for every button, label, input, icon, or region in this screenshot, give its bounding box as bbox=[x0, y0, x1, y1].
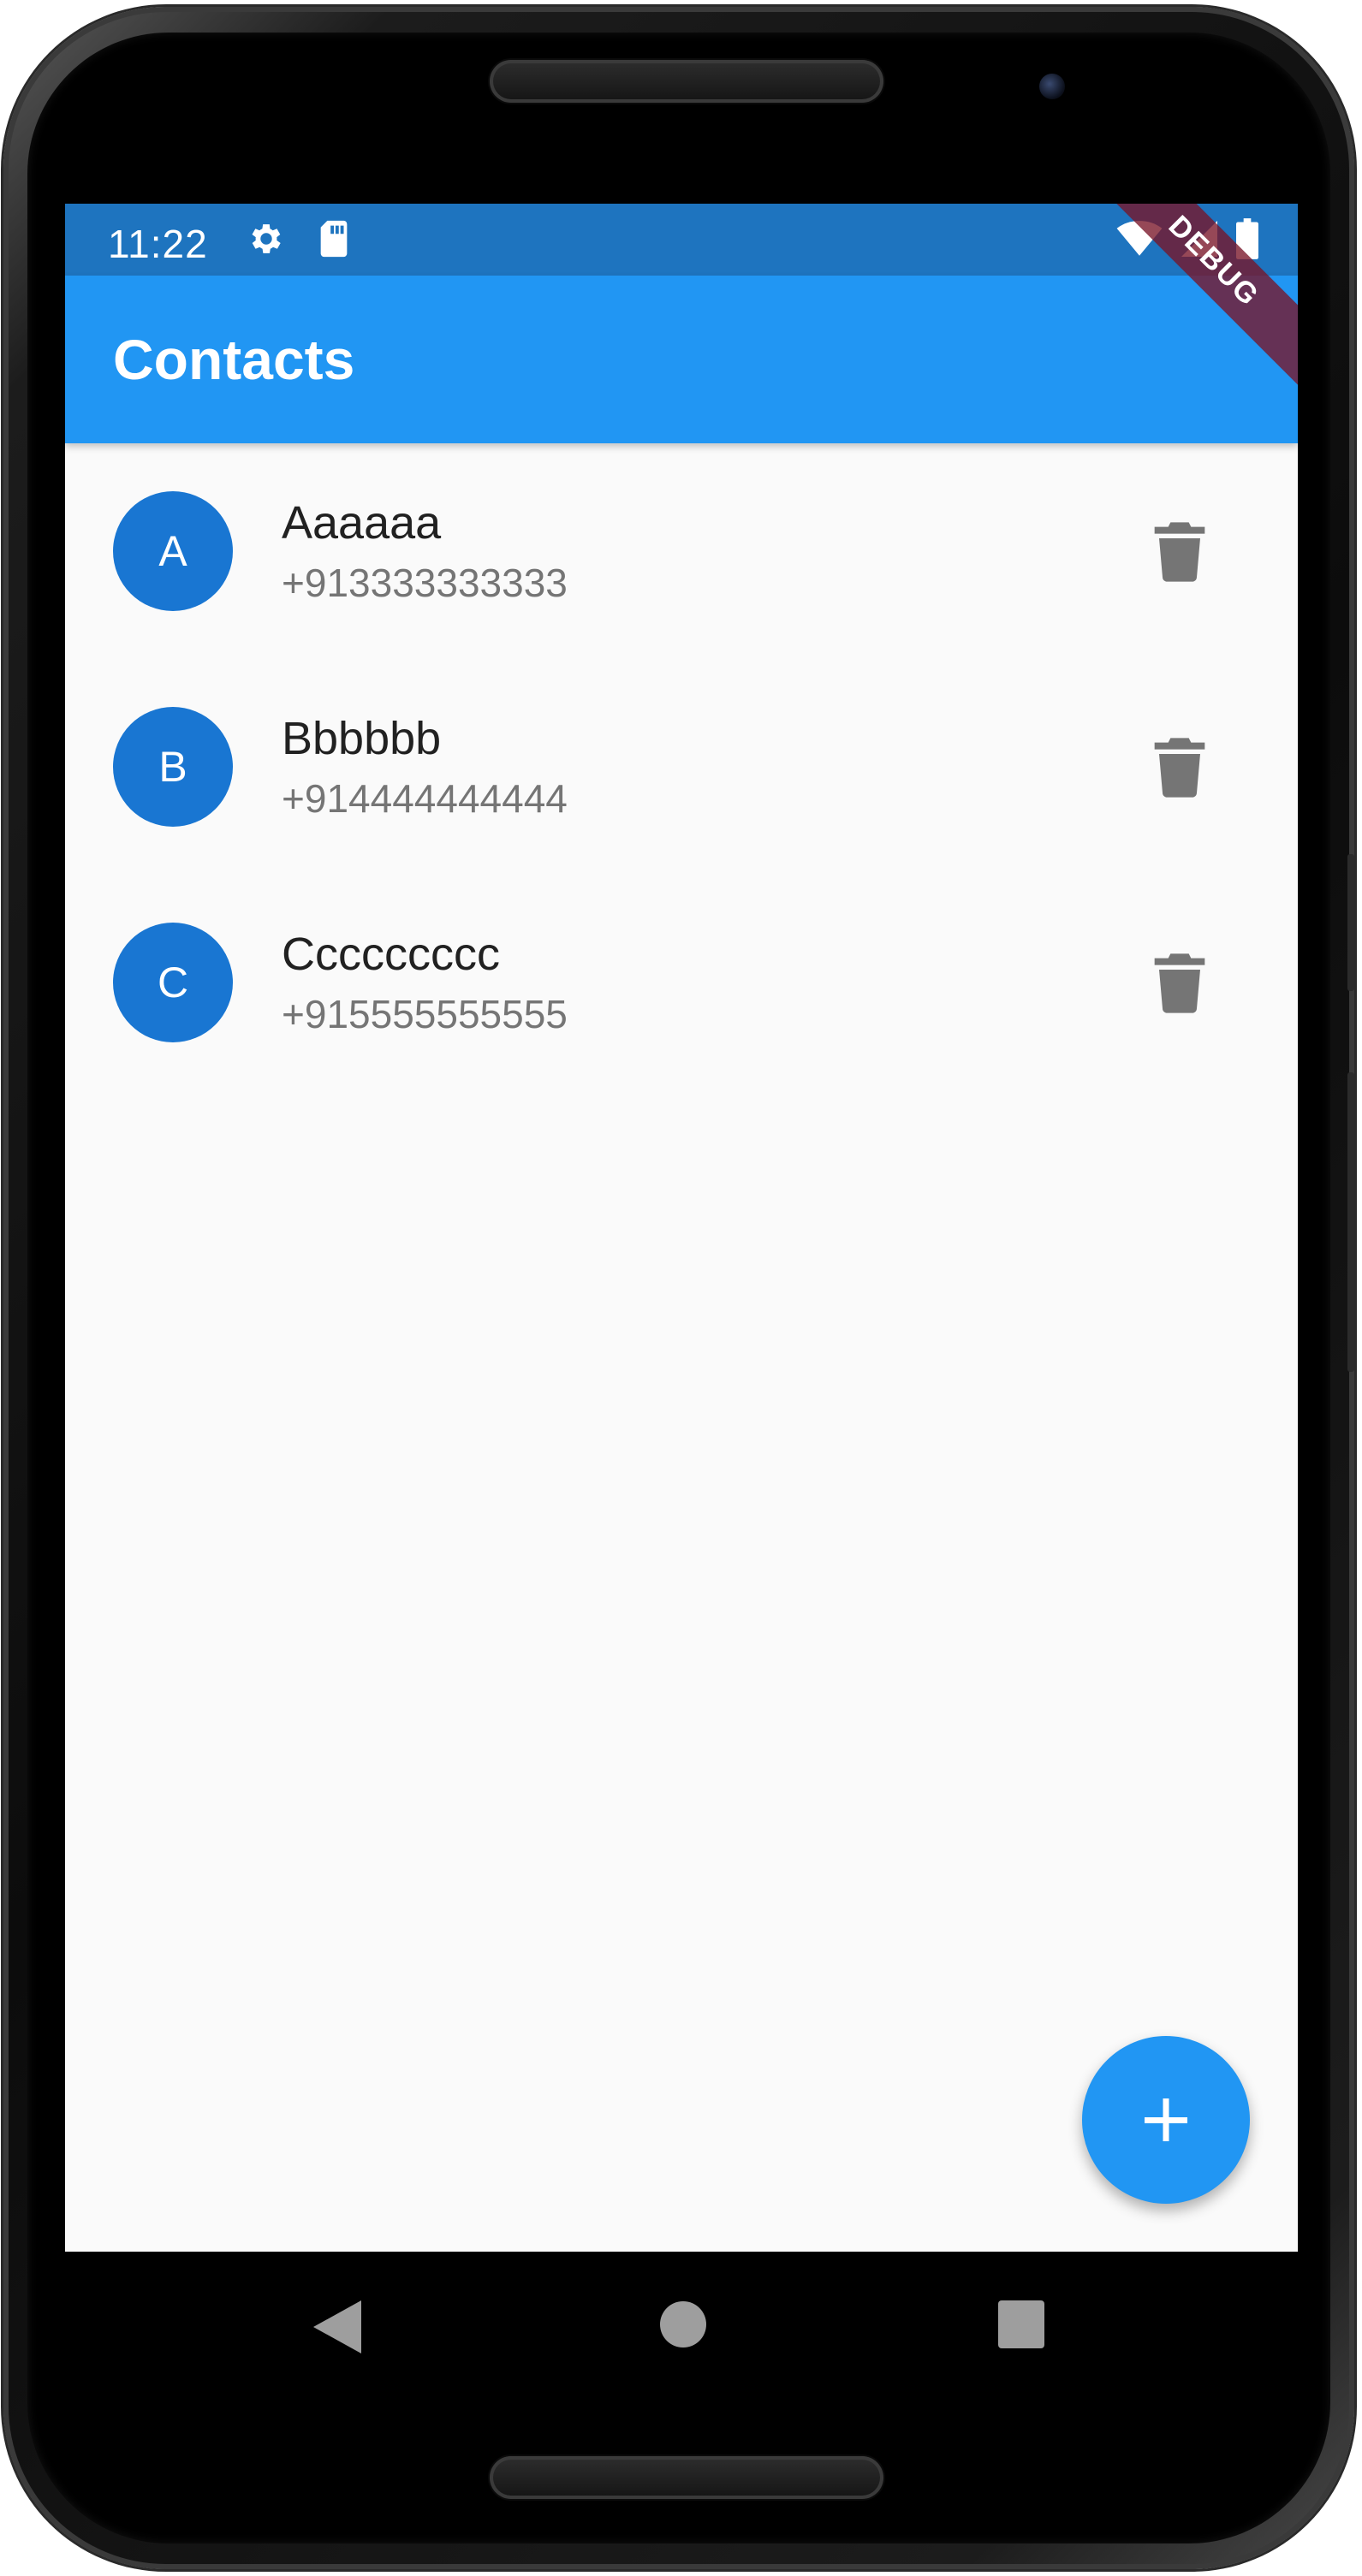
status-time: 11:22 bbox=[108, 222, 208, 266]
contact-list: A Aaaaaa +913333333333 B Bbbbbb +9144444… bbox=[65, 443, 1298, 1090]
contact-name: Aaaaaa bbox=[282, 497, 442, 549]
add-contact-button[interactable] bbox=[1082, 2036, 1250, 2204]
volume-button bbox=[1347, 854, 1354, 991]
front-camera bbox=[1039, 74, 1065, 99]
list-item[interactable]: A Aaaaaa +913333333333 bbox=[65, 443, 1298, 659]
contact-name: Bbbbbb bbox=[282, 713, 442, 764]
contact-phone: +913333333333 bbox=[282, 561, 568, 605]
bottom-speaker bbox=[490, 2456, 883, 2499]
delete-icon[interactable] bbox=[1152, 738, 1207, 798]
list-item[interactable]: B Bbbbbb +914444444444 bbox=[65, 659, 1298, 875]
app-bar: Contacts bbox=[65, 276, 1298, 443]
home-icon[interactable] bbox=[659, 2300, 707, 2348]
delete-icon[interactable] bbox=[1152, 953, 1207, 1013]
gear-icon bbox=[252, 224, 281, 253]
top-speaker bbox=[490, 60, 883, 103]
app-screen: 11:22 Contacts DEBUG A Aaaaaa +913333333… bbox=[65, 204, 1298, 2252]
status-bar: 11:22 bbox=[65, 204, 1298, 276]
avatar: C bbox=[113, 923, 233, 1042]
contact-name: Ccccccccc bbox=[282, 929, 500, 980]
contact-phone: +914444444444 bbox=[282, 776, 568, 821]
plus-icon bbox=[1145, 2098, 1187, 2141]
avatar: A bbox=[113, 491, 233, 611]
sd-card-icon bbox=[320, 220, 348, 258]
recents-icon[interactable] bbox=[998, 2300, 1044, 2348]
page-title: Contacts bbox=[113, 328, 355, 391]
avatar: B bbox=[113, 707, 233, 827]
delete-icon[interactable] bbox=[1152, 522, 1207, 582]
back-icon[interactable] bbox=[313, 2300, 365, 2353]
power-button bbox=[1347, 1072, 1354, 1372]
navigation-bar bbox=[65, 2252, 1298, 2401]
list-item[interactable]: C Ccccccccc +915555555555 bbox=[65, 875, 1298, 1090]
contact-phone: +915555555555 bbox=[282, 992, 568, 1036]
